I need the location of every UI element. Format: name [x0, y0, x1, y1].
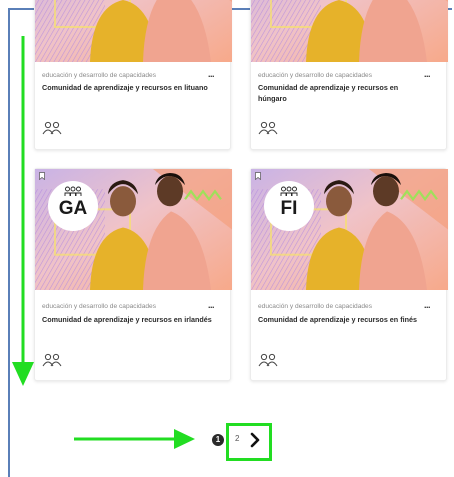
card-image[interactable] — [35, 0, 232, 62]
page-2-button[interactable]: 2 — [235, 434, 239, 443]
chevron-right-icon[interactable] — [248, 431, 262, 449]
card-category: educación y desarrollo de capacidades — [42, 72, 156, 79]
page-1-button[interactable]: 1 — [212, 434, 224, 446]
course-card[interactable]: GA educación y desarrollo de capacidades… — [34, 168, 231, 381]
people-icon — [42, 121, 62, 135]
group-icon — [280, 186, 298, 196]
more-options-button[interactable]: ... — [208, 300, 215, 310]
card-title[interactable]: Comunidad de aprendizaje y recursos en i… — [42, 315, 212, 326]
people-icon — [258, 121, 278, 135]
language-badge: GA — [48, 181, 98, 231]
people-icon — [258, 353, 278, 367]
language-code: GA — [58, 198, 88, 219]
card-image[interactable]: FI — [251, 169, 448, 290]
language-code: FI — [280, 198, 298, 219]
bookmark-icon[interactable] — [39, 172, 45, 180]
people-icon — [42, 353, 62, 367]
more-options-button[interactable]: ... — [424, 300, 431, 310]
course-card[interactable]: educación y desarrollo de capacidades ..… — [250, 0, 447, 150]
card-title[interactable]: Comunidad de aprendizaje y recursos en h… — [258, 83, 428, 104]
course-card[interactable]: FI educación y desarrollo de capacidades… — [250, 168, 447, 381]
bookmark-icon[interactable] — [255, 172, 261, 180]
scroll-down-arrow-annotation — [12, 36, 34, 386]
card-title[interactable]: Comunidad de aprendizaje y recursos en l… — [42, 83, 212, 94]
more-options-button[interactable]: ... — [208, 69, 215, 79]
course-card[interactable]: educación y desarrollo de capacidades ..… — [34, 0, 231, 150]
card-category: educación y desarrollo de capacidades — [42, 303, 156, 310]
card-title[interactable]: Comunidad de aprendizaje y recursos en f… — [258, 315, 428, 326]
more-options-button[interactable]: ... — [424, 69, 431, 79]
card-image[interactable]: GA — [35, 169, 232, 290]
card-category: educación y desarrollo de capacidades — [258, 72, 372, 79]
pointer-arrow-annotation — [74, 429, 195, 449]
language-badge: FI — [264, 181, 314, 231]
group-icon — [64, 186, 82, 196]
card-category: educación y desarrollo de capacidades — [258, 303, 372, 310]
card-image[interactable] — [251, 0, 448, 62]
